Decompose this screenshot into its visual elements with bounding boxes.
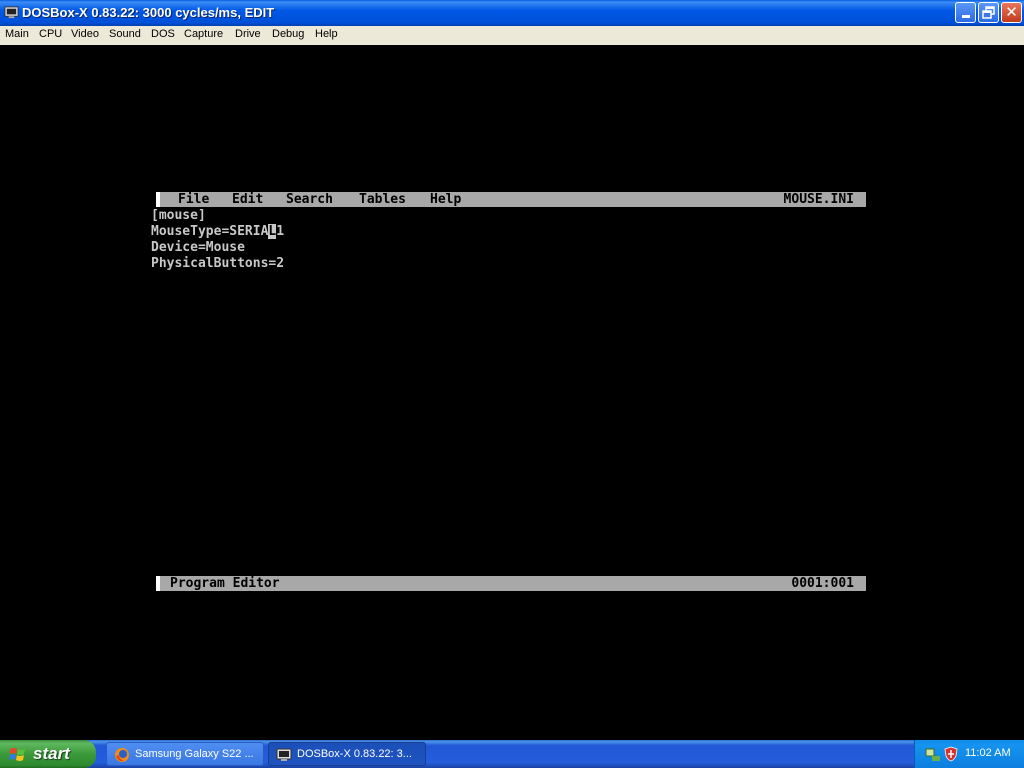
editor-line[interactable]: [mouse] (151, 208, 206, 223)
taskbar: start Samsung Galaxy S22 ... DOSBox-X 0.… (0, 740, 1024, 768)
task-dosbox[interactable]: DOSBox-X 0.83.22: 3... (268, 742, 426, 766)
menu-debug[interactable]: Debug (272, 28, 304, 40)
status-label: Program Editor (170, 576, 280, 591)
menu-sound[interactable]: Sound (109, 28, 141, 40)
start-button[interactable]: start (0, 740, 96, 768)
window-titlebar[interactable]: DOSBox-X 0.83.22: 3000 cycles/ms, EDIT ✕ (0, 0, 1024, 26)
menu-main[interactable]: Main (5, 28, 29, 40)
firefox-icon (115, 748, 129, 762)
edit-menu-search[interactable]: Search (286, 192, 333, 207)
close-button[interactable]: ✕ (1001, 2, 1022, 23)
line-text: 1 (276, 224, 285, 239)
windows-logo-icon (9, 748, 25, 761)
security-shield-icon[interactable] (943, 746, 959, 762)
editor-line[interactable]: MouseType=SERIAL1 (151, 224, 284, 239)
line-text: [mouse] (151, 208, 206, 223)
cursor-position: 0001:001 (791, 576, 854, 591)
dos-screen[interactable]: File Edit Search Tables Help MOUSE.INI [… (0, 45, 1024, 740)
menu-drive[interactable]: Drive (235, 28, 261, 40)
dosbox-app-icon[interactable] (4, 5, 19, 20)
edit-filename: MOUSE.INI (783, 192, 854, 207)
edit-menu-tables[interactable]: Tables (359, 192, 406, 207)
restore-icon (982, 6, 995, 19)
menu-capture[interactable]: Capture (184, 28, 223, 40)
task-label: DOSBox-X 0.83.22: 3... (297, 748, 412, 760)
minimize-button[interactable] (955, 2, 976, 23)
menu-dos[interactable]: DOS (151, 28, 175, 40)
edit-statusbar: Program Editor 0001:001 (156, 576, 866, 591)
dosbox-menubar: Main CPU Video Sound DOS Capture Drive D… (0, 26, 1024, 45)
dosbox-icon (276, 748, 292, 761)
edit-menu-file[interactable]: File (178, 192, 209, 207)
edit-menubar: File Edit Search Tables Help MOUSE.INI (156, 192, 866, 207)
line-text: MouseType=SERIA (151, 224, 269, 239)
editor-line[interactable]: Device=Mouse (151, 240, 245, 255)
system-tray: 11:02 AM (914, 740, 1024, 768)
restore-button[interactable] (978, 2, 999, 23)
menu-video[interactable]: Video (71, 28, 99, 40)
clock[interactable]: 11:02 AM (965, 747, 1011, 759)
network-icon[interactable] (925, 746, 941, 762)
menu-cpu[interactable]: CPU (39, 28, 62, 40)
edit-menu-help[interactable]: Help (430, 192, 461, 207)
editor-line[interactable]: PhysicalButtons=2 (151, 256, 284, 271)
task-label: Samsung Galaxy S22 ... (135, 748, 254, 760)
window-title: DOSBox-X 0.83.22: 3000 cycles/ms, EDIT (22, 5, 275, 20)
line-text: Device=Mouse (151, 240, 245, 255)
line-text: PhysicalButtons=2 (151, 256, 285, 271)
menu-help[interactable]: Help (315, 28, 338, 40)
task-firefox[interactable]: Samsung Galaxy S22 ... (106, 742, 264, 766)
close-icon: ✕ (1005, 3, 1018, 21)
edit-menu-edit[interactable]: Edit (232, 192, 263, 207)
minimize-icon (961, 15, 970, 18)
start-label: start (33, 744, 70, 763)
